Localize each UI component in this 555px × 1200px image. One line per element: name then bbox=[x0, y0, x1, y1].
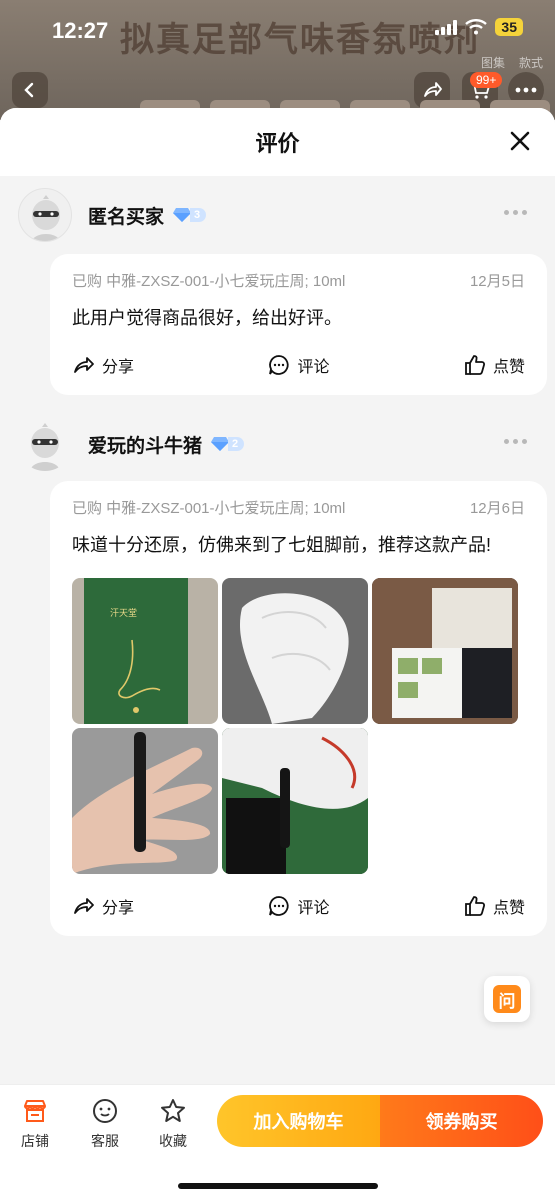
purchased-variant: 已购 中雅-ZXSZ-001-小七爱玩庄周; 10ml bbox=[72, 273, 346, 290]
favorite-label: 收藏 bbox=[159, 1133, 187, 1149]
battery-indicator: 35 bbox=[495, 18, 523, 36]
star-icon bbox=[161, 1099, 185, 1122]
store-icon bbox=[24, 1100, 46, 1122]
review-date: 12月5日 bbox=[469, 273, 525, 290]
review-meta: 已购 中雅-ZXSZ-001-小七爱玩庄周; 10ml 12月5日 bbox=[72, 270, 525, 291]
like-button[interactable]: 点赞 bbox=[463, 894, 525, 918]
avatar[interactable] bbox=[18, 417, 72, 471]
level-number: 2 bbox=[228, 437, 245, 451]
background-tabs: 图集 款式 bbox=[481, 54, 543, 71]
username: 匿名买家 bbox=[88, 206, 165, 228]
share-button[interactable]: 分享 bbox=[72, 894, 134, 918]
tab-style[interactable]: 款式 bbox=[519, 54, 543, 71]
review-photo-green-foot-card[interactable]: 汗天堂 bbox=[72, 578, 218, 724]
status-time: 12:27 bbox=[52, 18, 109, 43]
thumbs-up-icon bbox=[465, 896, 485, 916]
favorite-button[interactable]: 收藏 bbox=[148, 1097, 198, 1151]
review-photo-white-socks[interactable] bbox=[222, 578, 368, 724]
sheet-title: 评价 bbox=[255, 131, 300, 156]
level-number: 3 bbox=[190, 208, 207, 222]
more-options-icon[interactable] bbox=[504, 439, 527, 444]
sheet-header: 评价 bbox=[0, 108, 555, 176]
share-icon bbox=[74, 898, 94, 914]
comment-label: 评论 bbox=[297, 359, 330, 376]
review-item: 匿名买家 3 已购 中雅-ZXSZ-001-小七爱玩庄周; 10ml 12月5日… bbox=[0, 180, 555, 395]
review-actions: 分享 评论 点赞 bbox=[72, 888, 525, 924]
review-item: 爱玩的斗牛猪 2 已购 中雅-ZXSZ-001-小七爱玩庄周; 10ml 12月… bbox=[0, 409, 555, 936]
share-label: 分享 bbox=[102, 359, 135, 376]
customer-service-label: 客服 bbox=[91, 1133, 119, 1149]
close-icon[interactable] bbox=[507, 128, 533, 154]
bottom-action-bar: 店铺 客服 收藏 加入购物车 领券购买 bbox=[0, 1084, 555, 1200]
background-product-title: 拟真足部气味香氛喷剂 bbox=[120, 21, 480, 59]
ask-question-button[interactable]: 问 bbox=[484, 976, 530, 1022]
home-indicator bbox=[178, 1183, 378, 1189]
review-content: 味道十分还原，仿佛来到了七姐脚前，推荐这款产品! bbox=[72, 535, 491, 555]
purchase-actions: 加入购物车 领券购买 bbox=[217, 1095, 543, 1147]
cart-badge: 99+ bbox=[470, 72, 503, 88]
review-sheet: 评价 匿名买家 3 已购 中雅-ZXSZ-001-小七爱玩庄周; 10ml 12… bbox=[0, 108, 555, 1200]
signal-icon bbox=[435, 19, 458, 35]
share-icon bbox=[424, 82, 442, 97]
wifi-icon bbox=[465, 19, 488, 35]
back-button[interactable] bbox=[12, 72, 48, 108]
review-card: 已购 中雅-ZXSZ-001-小七爱玩庄周; 10ml 12月5日 此用户觉得商… bbox=[50, 254, 547, 395]
review-photo-socks-with-vial[interactable] bbox=[222, 728, 368, 874]
add-to-cart-button[interactable]: 加入购物车 bbox=[217, 1095, 380, 1147]
share-label: 分享 bbox=[102, 900, 135, 917]
level-badge: 2 bbox=[210, 435, 245, 453]
more-options-icon[interactable] bbox=[504, 210, 527, 215]
share-button[interactable]: 分享 bbox=[72, 353, 134, 377]
customer-service-icon bbox=[93, 1099, 117, 1123]
diamond-icon bbox=[211, 437, 230, 451]
review-photo-hand-with-vial[interactable] bbox=[72, 728, 218, 874]
comment-button[interactable]: 评论 bbox=[267, 353, 330, 377]
diamond-icon bbox=[173, 208, 192, 222]
review-photos: 汗天堂 bbox=[72, 578, 525, 874]
review-photo-sample-cards[interactable] bbox=[372, 578, 518, 724]
level-badge: 3 bbox=[172, 206, 207, 224]
store-label: 店铺 bbox=[21, 1133, 49, 1149]
more-dots-icon bbox=[515, 87, 537, 93]
review-meta: 已购 中雅-ZXSZ-001-小七爱玩庄周; 10ml 12月6日 bbox=[72, 497, 525, 518]
customer-service-button[interactable]: 客服 bbox=[80, 1097, 130, 1151]
status-icons: 35 bbox=[435, 18, 523, 36]
share-icon bbox=[74, 357, 94, 373]
like-label: 点赞 bbox=[492, 900, 525, 917]
like-label: 点赞 bbox=[492, 359, 525, 376]
comment-icon bbox=[269, 355, 290, 375]
thumbs-up-icon bbox=[465, 355, 485, 375]
review-user-row: 爱玩的斗牛猪 2 bbox=[0, 409, 555, 479]
ask-label: 问 bbox=[493, 985, 521, 1013]
comment-icon bbox=[269, 896, 290, 916]
buy-with-coupon-button[interactable]: 领券购买 bbox=[380, 1095, 543, 1147]
review-user-row: 匿名买家 3 bbox=[0, 180, 555, 250]
username: 爱玩的斗牛猪 bbox=[88, 435, 203, 457]
review-actions: 分享 评论 点赞 bbox=[72, 347, 525, 383]
like-button[interactable]: 点赞 bbox=[463, 353, 525, 377]
chevron-left-icon bbox=[24, 82, 34, 98]
review-date: 12月6日 bbox=[469, 500, 525, 517]
review-content: 此用户觉得商品很好，给出好评。 bbox=[72, 308, 342, 328]
purchased-variant: 已购 中雅-ZXSZ-001-小七爱玩庄周; 10ml bbox=[72, 500, 346, 517]
comment-button[interactable]: 评论 bbox=[267, 894, 330, 918]
tab-gallery[interactable]: 图集 bbox=[481, 54, 505, 71]
photo-card-text: 汗天堂 bbox=[110, 607, 137, 618]
avatar[interactable] bbox=[18, 188, 72, 242]
store-button[interactable]: 店铺 bbox=[10, 1097, 60, 1151]
comment-label: 评论 bbox=[297, 900, 330, 917]
review-card: 已购 中雅-ZXSZ-001-小七爱玩庄周; 10ml 12月6日 味道十分还原… bbox=[50, 481, 547, 936]
